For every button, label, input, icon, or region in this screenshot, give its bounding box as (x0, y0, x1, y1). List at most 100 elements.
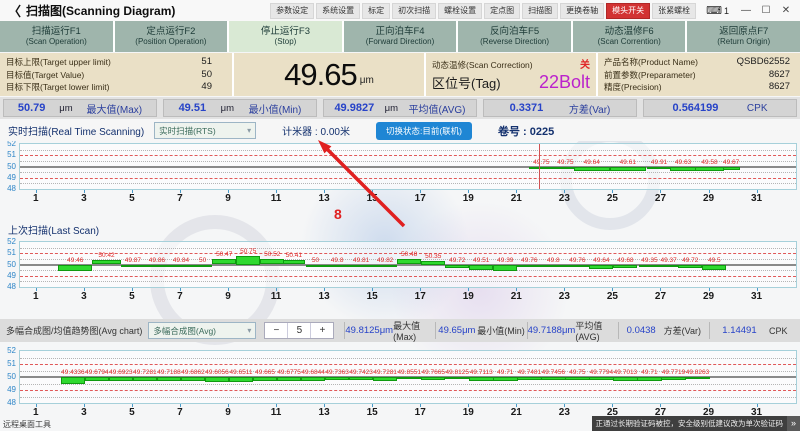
titlebar-button[interactable]: 标定 (362, 3, 390, 19)
minimize-icon[interactable]: — (736, 5, 756, 16)
info-value: 50 (201, 69, 212, 81)
function-key-button[interactable]: 返回原点F7(Return Origin) (687, 21, 800, 52)
bar-value-label: 49.76 (521, 257, 537, 264)
info-row-item: 精度(Precision)8627 (604, 81, 790, 93)
function-key-button[interactable]: 扫描运行F1(Scan Operation) (0, 21, 113, 52)
info-label: 前置参数(Preparameter) (604, 69, 696, 81)
measurement-bar (260, 259, 284, 265)
titlebar-button[interactable]: 参数设定 (270, 3, 314, 19)
stat-value: 0.564199 (673, 102, 719, 114)
bar-value-label: 49.81 (353, 257, 369, 264)
x-tick-label: 11 (271, 193, 282, 204)
function-key-button[interactable]: 停止运行F3(Stop) (229, 21, 342, 52)
info-value: 8627 (769, 69, 790, 81)
bar-value-label: 49.8551 (397, 369, 421, 376)
titlebar-button[interactable]: 系统设置 (316, 3, 360, 19)
titlebar-button[interactable]: 定点图 (484, 3, 520, 19)
measurement-bar (157, 377, 182, 381)
limit-line (20, 276, 796, 277)
avg-stat: 49.65μm最小值(Min) (435, 322, 526, 338)
x-tick-label: 23 (559, 193, 570, 204)
y-tick-label: 49 (7, 173, 16, 182)
titlebar-button[interactable]: 更换卷轴 (560, 3, 604, 19)
y-tick-label: 48 (7, 184, 16, 193)
bar-value-label: 49.7794 (590, 369, 614, 376)
measurement-bar (373, 377, 398, 381)
measurement-bar (133, 377, 158, 381)
minor-gridline (20, 270, 796, 271)
current-thickness-unit: μm (360, 75, 374, 86)
x-tick-label: 7 (177, 193, 183, 204)
switch-state-button[interactable]: 切换状态:目前(联机) (376, 122, 472, 140)
window-controls: — ☐ ✕ (736, 5, 796, 16)
minor-gridline (20, 397, 796, 398)
measurement-bar (589, 265, 613, 269)
close-icon[interactable]: ✕ (776, 5, 796, 16)
avg-mode-dropdown[interactable]: 多幅合成图(Avg) ▾ (148, 322, 256, 339)
maximize-icon[interactable]: ☐ (756, 5, 776, 16)
x-tick-label: 23 (559, 407, 570, 418)
measurement-bar (301, 377, 326, 381)
titlebar-button-group: 参数设定系统设置标定初次扫描螺栓设置定点图扫描图更换卷轴模头开关张紧螺栓 (270, 3, 696, 19)
measurement-bar (613, 377, 638, 381)
bar-value-label: 49.7363 (325, 369, 349, 376)
function-key-button[interactable]: 定点运行F2(Position Operation) (115, 21, 228, 52)
y-axis: 5251504948 (2, 143, 19, 206)
x-tick-label: 25 (607, 291, 618, 302)
measurement-bar (469, 377, 494, 381)
rts-mode-dropdown[interactable]: 实时扫描(RTS) ▾ (154, 122, 256, 139)
measurement-bar (85, 377, 110, 381)
measurement-bar (647, 167, 671, 169)
bar-value-label: 50 (199, 257, 206, 264)
measurement-bar (702, 265, 726, 271)
scan-correction-panel: 动态温修(Scan Correction) 关 区位号(Tag) 22Bolt (426, 53, 596, 96)
avg-stat-value: 49.7188μm (528, 325, 576, 336)
titlebar-button[interactable]: 扫描图 (522, 3, 558, 19)
measurement-bar (229, 377, 254, 382)
x-tick-label: 17 (415, 407, 426, 418)
measurement-bar (723, 167, 740, 171)
minor-gridline (20, 183, 796, 184)
function-key-button[interactable]: 正向泊车F4(Forward Direction) (344, 21, 457, 52)
chevron-right-icon[interactable]: » (787, 416, 800, 431)
function-key-line1: 扫描运行F1 (32, 26, 81, 37)
x-tick-label: 21 (511, 193, 522, 204)
keyboard-indicator: ⌨ 1 (706, 4, 729, 17)
bar-value-label: 49.71 (497, 369, 513, 376)
stat-box: 49.51μm最小值(Min) (163, 99, 317, 117)
plot-area: 49.7549.7549.6449.6149.9149.6349.5849.67 (19, 143, 797, 190)
x-tick-label: 15 (367, 193, 378, 204)
product-info-panel: 产品名称(Product Name)QSBD62552前置参数(Preparam… (598, 53, 800, 96)
titlebar-button[interactable]: 螺栓设置 (438, 3, 482, 19)
x-tick-label: 21 (511, 291, 522, 302)
bar-value-label: 49.7665 (421, 369, 445, 376)
bar-value-label: 49.35 (641, 257, 657, 264)
function-key-button[interactable]: 反向泊车F5(Reverse Direction) (458, 21, 571, 52)
bar-value-label: 50 (312, 257, 319, 264)
scan-statistics-row: 50.79μm最大值(Max)49.51μm最小值(Min)49.9827μm平… (0, 97, 800, 119)
info-row: 目标上限(Target upper limit)51目标值(Target Val… (0, 53, 800, 96)
stat-unit: μm (385, 103, 398, 114)
info-row-item: 产品名称(Product Name)QSBD62552 (604, 56, 790, 68)
x-tick-label: 13 (319, 291, 330, 302)
annotation-number: 8 (334, 206, 342, 222)
stepper-minus-button[interactable]: − (265, 323, 287, 338)
avg-stat-value: 49.65μm (438, 325, 475, 336)
titlebar-button[interactable]: 模头开关 (606, 3, 650, 19)
measurement-bar (517, 265, 541, 268)
bar-value-label: 49.64 (593, 257, 609, 264)
x-tick-label: 17 (415, 193, 426, 204)
stepper-plus-button[interactable]: + (311, 323, 333, 338)
security-notice[interactable]: 正通过长期验证码被控，安全级别低建议改为单次验证码 » (592, 416, 800, 431)
measurement-bar (212, 259, 236, 264)
correction-state-toggle[interactable]: 关 (580, 56, 590, 71)
bar-value-label: 49.76 (569, 257, 585, 264)
y-tick-label: 48 (7, 398, 16, 407)
titlebar-button[interactable]: 初次扫描 (392, 3, 436, 19)
back-icon[interactable]: 〈 (8, 1, 21, 20)
bar-value-label: 49.5 (708, 257, 721, 264)
titlebar-button[interactable]: 张紧螺栓 (652, 3, 696, 19)
avg-composite-chart: 5251504948 49.433649.679449.692349.72814… (2, 350, 797, 420)
bar-value-label: 49.665 (255, 369, 275, 376)
function-key-button[interactable]: 动态温修F6(Scan Corrention) (573, 21, 686, 52)
